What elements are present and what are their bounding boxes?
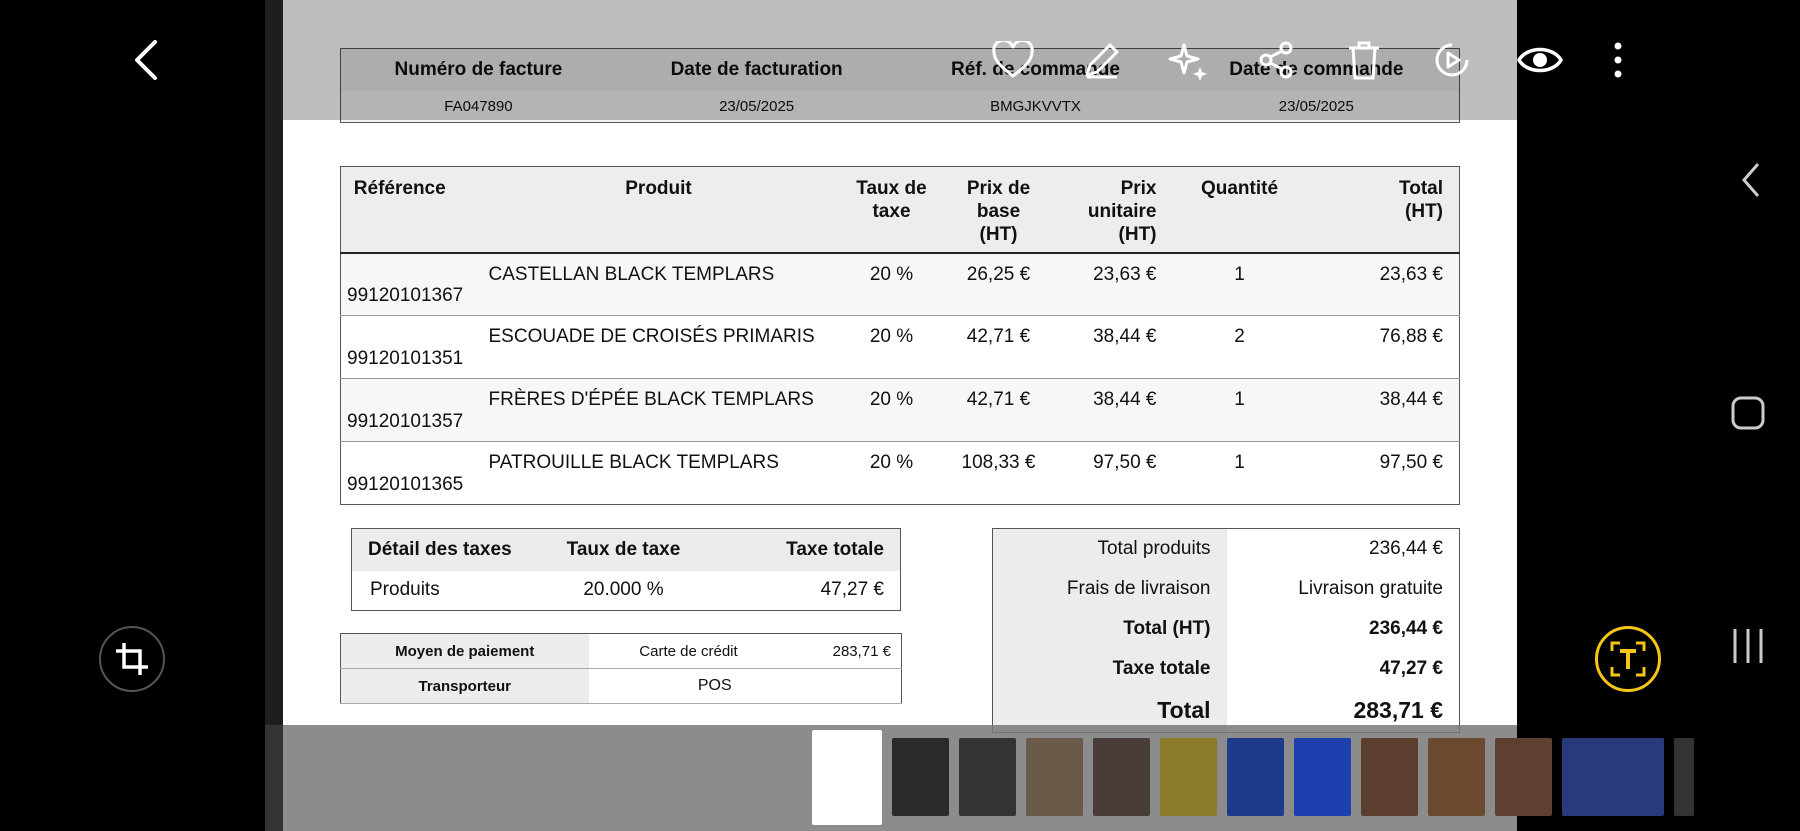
rotate-play-icon[interactable]	[1430, 38, 1474, 82]
tax-detail-table: Détail des taxes Taux de taxe Taxe total…	[351, 528, 901, 611]
back-icon[interactable]	[126, 38, 166, 82]
heart-icon[interactable]	[991, 40, 1035, 80]
col-total: Total (HT)	[1306, 166, 1460, 254]
row-tax: 20 %	[840, 378, 943, 442]
thumbnail-strip	[812, 730, 1694, 825]
products-table: Référence Produit Taux de taxe Prix de bas…	[340, 166, 1460, 505]
row-qty: 1	[1172, 252, 1307, 316]
row-tax: 20 %	[840, 315, 943, 379]
thumbnail-video[interactable]	[1562, 738, 1664, 816]
text-extract-icon[interactable]	[1595, 626, 1661, 692]
share-icon[interactable]	[1256, 40, 1296, 80]
total-ht-label: Total (HT)	[992, 608, 1227, 649]
gallery-viewer: Numéro de facture Date de facturation Ré…	[0, 0, 1800, 831]
thumbnail-selected[interactable]	[812, 730, 882, 825]
total-tax-value: 47,27 €	[1379, 657, 1443, 679]
payment-table: Moyen de paiement Carte de crédit 283,71…	[340, 633, 902, 704]
nav-recents-icon[interactable]	[1730, 626, 1766, 666]
thumbnail[interactable]	[1160, 738, 1217, 816]
tax-col-detail: Détail des taxes	[351, 528, 532, 571]
col-product: Produit	[476, 166, 841, 254]
row-ref: 99120101357	[340, 378, 477, 442]
thumbnail[interactable]	[1361, 738, 1418, 816]
row-qty: 1	[1172, 378, 1307, 442]
carrier-label: Transporteur	[340, 668, 589, 704]
row-total: 38,44 €	[1306, 378, 1460, 442]
payment-method-value: Carte de crédit	[588, 633, 789, 669]
row-total: 23,63 €	[1306, 252, 1460, 316]
top-overlay	[283, 0, 1517, 120]
edit-icon[interactable]	[1080, 38, 1124, 82]
tax-row-label: Produits	[370, 579, 440, 601]
thumbnail[interactable]	[1495, 738, 1552, 816]
thumbnail[interactable]	[1294, 738, 1351, 816]
total-products-value: 236,44 €	[1369, 537, 1443, 559]
filmstrip-edge	[265, 725, 283, 831]
col-unit-price: Prix unitaire (HT)	[1054, 166, 1173, 254]
totals-table: Total produits 236,44 € Frais de livrais…	[992, 528, 1460, 733]
row-base: 26,25 €	[942, 252, 1055, 316]
invoice-image[interactable]: Numéro de facture Date de facturation Ré…	[283, 0, 1517, 831]
crop-icon[interactable]	[99, 626, 165, 692]
row-unit: 97,50 €	[1054, 441, 1173, 505]
col-tax-rate: Taux de taxe	[840, 166, 943, 254]
row-product: FRÈRES D'ÉPÉE BLACK TEMPLARS	[476, 378, 841, 442]
row-product: CASTELLAN BLACK TEMPLARS	[476, 252, 841, 316]
total-products-label: Total produits	[992, 528, 1227, 569]
table-row: 99120101357 FRÈRES D'ÉPÉE BLACK TEMPLARS…	[340, 378, 1460, 442]
thumbnail[interactable]	[1674, 738, 1694, 816]
row-qty: 2	[1172, 315, 1307, 379]
payment-method-amount: 283,71 €	[788, 633, 902, 669]
tax-row-rate: 20.000 %	[583, 579, 664, 601]
row-product: PATROUILLE BLACK TEMPLARS	[476, 441, 841, 505]
row-total: 97,50 €	[1306, 441, 1460, 505]
shipping-value: Livraison gratuite	[1298, 577, 1443, 599]
row-tax: 20 %	[840, 441, 943, 505]
total-ht-value: 236,44 €	[1369, 617, 1443, 639]
more-icon[interactable]	[1608, 40, 1628, 80]
total-tax-label: Taxe totale	[992, 648, 1227, 689]
row-base: 42,71 €	[942, 378, 1055, 442]
row-ref: 99120101351	[340, 315, 477, 379]
row-qty: 1	[1172, 441, 1307, 505]
row-unit: 38,44 €	[1054, 315, 1173, 379]
nav-back-icon[interactable]	[1736, 160, 1766, 200]
row-unit: 38,44 €	[1054, 378, 1173, 442]
row-base: 42,71 €	[942, 315, 1055, 379]
row-base: 108,33 €	[942, 441, 1055, 505]
eye-icon[interactable]	[1516, 40, 1564, 80]
payment-method-label: Moyen de paiement	[340, 633, 589, 669]
edge-strip	[265, 0, 283, 831]
thumbnail[interactable]	[959, 738, 1016, 816]
table-row: 99120101367 CASTELLAN BLACK TEMPLARS 20 …	[340, 252, 1460, 316]
thumbnail[interactable]	[1227, 738, 1284, 816]
row-unit: 23,63 €	[1054, 252, 1173, 316]
thumbnail[interactable]	[1026, 738, 1083, 816]
table-row: 99120101365 PATROUILLE BLACK TEMPLARS 20…	[340, 441, 1460, 505]
thumbnail[interactable]	[1093, 738, 1150, 816]
col-base-price: Prix de base (HT)	[942, 166, 1055, 254]
thumbnail[interactable]	[892, 738, 949, 816]
row-product: ESCOUADE DE CROISÉS PRIMARIS	[476, 315, 841, 379]
row-total: 76,88 €	[1306, 315, 1460, 379]
row-ref: 99120101365	[340, 441, 477, 505]
col-reference: Référence	[340, 166, 477, 254]
sparkle-icon[interactable]	[1167, 38, 1211, 82]
carrier-value: POS	[588, 668, 902, 704]
col-quantity: Quantité	[1172, 166, 1307, 254]
thumbnail[interactable]	[1428, 738, 1485, 816]
tax-col-rate: Taux de taxe	[531, 528, 716, 571]
tax-row-total: 47,27 €	[820, 579, 884, 601]
nav-home-icon[interactable]	[1730, 395, 1766, 431]
shipping-label: Frais de livraison	[992, 568, 1227, 609]
row-tax: 20 %	[840, 252, 943, 316]
trash-icon[interactable]	[1344, 38, 1384, 82]
row-ref: 99120101367	[340, 252, 477, 316]
tax-col-total: Taxe totale	[715, 528, 901, 571]
table-row: 99120101351 ESCOUADE DE CROISÉS PRIMARIS…	[340, 315, 1460, 379]
